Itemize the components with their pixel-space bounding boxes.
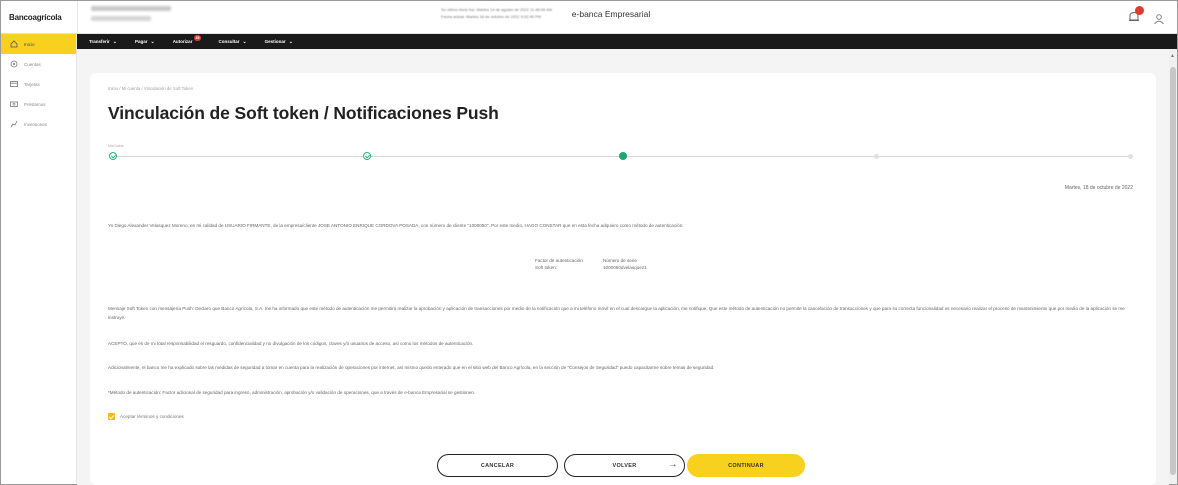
sidebar-item-inversiones[interactable]: Inversiones	[1, 114, 76, 134]
accept-paragraph: ACEPTO, que es de mi total responsabilid…	[108, 341, 474, 346]
back-button[interactable]: VOLVER →	[564, 454, 685, 477]
continue-button-label: CONTINUAR	[728, 462, 764, 469]
breadcrumb[interactable]: Inicio / Mi cuenta / Vinculación de Soft…	[108, 86, 193, 91]
user-profile-icon[interactable]	[1153, 12, 1165, 25]
menu-consultar[interactable]: Consultar ⌄	[218, 39, 246, 45]
definition-paragraph: *Método de autenticación: Factor adicion…	[108, 390, 476, 395]
sidebar-item-label: Tarjetas	[24, 81, 40, 87]
auth-factor-value: Soft token:	[535, 265, 557, 270]
step-1-complete	[109, 152, 117, 160]
user-name-redacted	[91, 6, 171, 11]
page-title: Vinculación de Soft token / Notificacion…	[108, 103, 499, 123]
pending-count-badge: 25	[193, 35, 202, 41]
sidebar-item-label: Préstamos	[24, 101, 46, 107]
menu-label: Gestionar	[264, 39, 286, 44]
notifications-bell-icon[interactable]	[1127, 6, 1144, 24]
sidebar-item-inicio[interactable]: Inicio	[1, 34, 76, 54]
terms-checkbox[interactable]	[108, 413, 115, 420]
company-name-redacted	[91, 16, 151, 21]
card-icon	[10, 80, 18, 88]
step-label: Mis Datos	[108, 144, 124, 148]
logo-cell[interactable]: Bancoagrícola	[1, 1, 78, 34]
content-card	[90, 73, 1156, 485]
sidebar-item-label: Inicio	[24, 41, 35, 47]
home-icon	[10, 40, 18, 48]
menu-label: Transferir	[89, 39, 110, 44]
additional-paragraph: Adicionalmente, el banco me ha explicado…	[108, 365, 715, 370]
serial-number-header: Número de serie	[603, 258, 637, 263]
auth-table-header: Factor de autenticación Número de serie	[535, 257, 647, 264]
menu-autorizar[interactable]: Autorizar 25	[172, 35, 202, 44]
document-date: Martes, 18 de octubre de 2022	[1064, 185, 1133, 191]
account-icon	[10, 60, 18, 68]
sidebar-item-tarjetas[interactable]: Tarjetas	[1, 74, 76, 94]
scroll-up-icon[interactable]: ▲	[1170, 53, 1175, 59]
investment-icon	[10, 120, 18, 128]
serial-number-value: 1000050dvelasquez1	[603, 265, 647, 270]
cancel-button[interactable]: CANCELAR	[437, 454, 558, 477]
softtoken-paragraph: Mensaje Soft Token con mensajería Push: …	[108, 306, 1125, 320]
user-info	[91, 6, 181, 21]
back-button-label: VOLVER	[612, 462, 637, 469]
menu-label: Autorizar	[172, 39, 193, 44]
brand-logo: Bancoagrícola	[9, 13, 62, 22]
main-menu-bar: Transferir ⌄ Pagar ⌄ Autorizar 25 Consul…	[77, 34, 1177, 49]
menu-transferir[interactable]: Transferir ⌄	[89, 39, 117, 45]
chevron-down-icon: ⌄	[112, 38, 117, 45]
menu-gestionar[interactable]: Gestionar ⌄	[265, 39, 293, 45]
chevron-down-icon: ⌄	[242, 38, 247, 45]
intro-paragraph: Yo Diego Alexander Velasquez Moreno, en …	[108, 223, 684, 228]
auth-factor-table: Factor de autenticación Número de serie …	[535, 257, 647, 271]
menu-label: Pagar	[134, 39, 148, 44]
continue-button[interactable]: CONTINUAR	[687, 454, 805, 477]
arrow-right-icon: →	[667, 459, 678, 470]
cancel-button-label: CANCELAR	[480, 462, 515, 469]
vertical-scrollbar[interactable]: ▲	[1169, 49, 1177, 484]
step-2-complete	[363, 152, 371, 160]
menu-pagar[interactable]: Pagar ⌄	[135, 39, 155, 45]
sidebar-item-cuentas[interactable]: Cuentas	[1, 54, 76, 74]
step-4-pending	[874, 154, 879, 159]
sidebar-item-label: Inversiones	[24, 121, 48, 127]
auth-factor-header: Factor de autenticación	[535, 258, 583, 263]
top-header: Bancoagrícola Su último inicio fue: Mart…	[1, 1, 1177, 34]
chevron-down-icon: ⌄	[150, 38, 155, 45]
scrollbar-thumb[interactable]	[1170, 67, 1176, 475]
step-3-current	[619, 152, 627, 160]
terms-checkbox-label[interactable]: Aceptar términos y condiciones	[120, 414, 184, 419]
step-5-pending	[1128, 154, 1133, 159]
sidebar-item-label: Cuentas	[24, 61, 41, 67]
chevron-down-icon: ⌄	[288, 38, 293, 45]
sidebar-item-prestamos[interactable]: Préstamos	[1, 94, 76, 114]
loan-icon	[10, 100, 18, 108]
menu-label: Consultar	[218, 39, 240, 44]
notification-badge	[1135, 6, 1144, 15]
terms-checkbox-row[interactable]: Aceptar términos y condiciones	[108, 413, 184, 420]
left-sidebar: Inicio Cuentas Tarjetas Préstamos Invers…	[1, 34, 77, 484]
auth-table-row: Soft token: 1000050dvelasquez1	[535, 264, 647, 271]
ebanca-label: e-banca Empresarial	[571, 9, 651, 19]
